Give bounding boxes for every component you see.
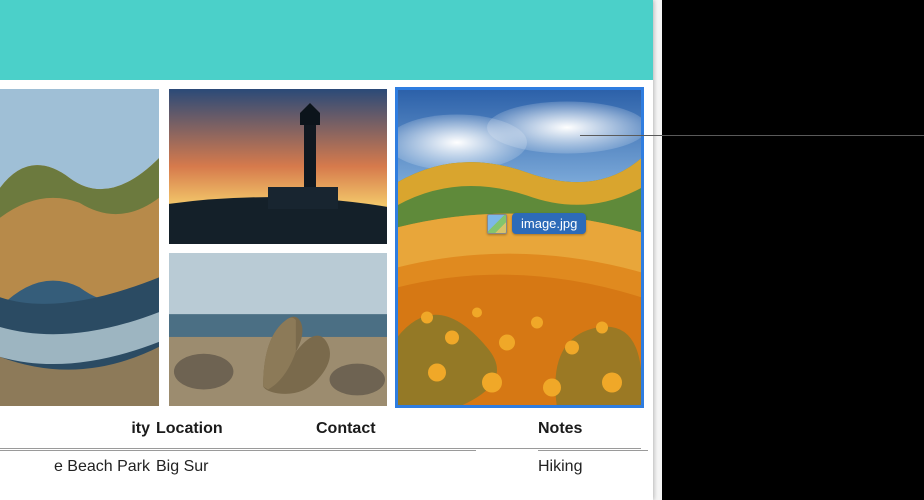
- table-cell-notes[interactable]: Hiking: [538, 458, 648, 476]
- table-header-activity[interactable]: ity: [0, 420, 156, 451]
- screenshot-stage: RNIA: [0, 0, 924, 500]
- document-viewport: RNIA: [0, 0, 662, 500]
- table-header-location[interactable]: Location: [156, 420, 316, 451]
- page-banner: RNIA: [0, 0, 653, 80]
- table-cell-location[interactable]: Big Sur: [156, 458, 316, 476]
- drag-file-badge: image.jpg: [487, 213, 586, 234]
- image-file-icon: [487, 214, 507, 234]
- lighthouse-sunset-photo[interactable]: [169, 89, 387, 244]
- photo-gallery: image.jpg: [0, 89, 653, 406]
- table-cell-activity[interactable]: e Beach Park: [0, 458, 156, 476]
- sea-lions-photo[interactable]: [169, 253, 387, 406]
- drag-file-name: image.jpg: [512, 213, 586, 234]
- table-header-contact[interactable]: Contact: [316, 420, 476, 451]
- poppy-field-photo[interactable]: [397, 89, 642, 406]
- coastal-cliffs-photo[interactable]: [0, 89, 159, 406]
- table-header-notes[interactable]: Notes: [538, 420, 648, 451]
- document-page[interactable]: RNIA: [0, 0, 653, 500]
- callout-leader-line: [580, 135, 924, 136]
